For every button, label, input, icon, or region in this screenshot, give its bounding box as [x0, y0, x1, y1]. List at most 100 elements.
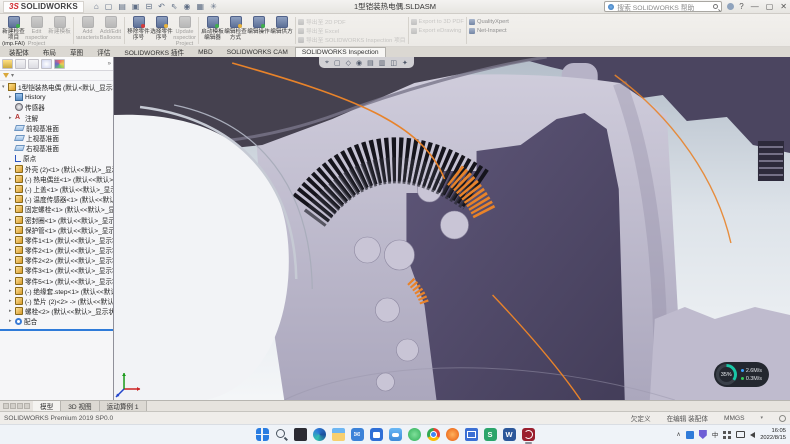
tab-model[interactable]: 模型 — [33, 401, 61, 411]
tree-item-component[interactable]: (-) 绝缘套.step<1> (默认<<默认> — [0, 286, 113, 296]
start-button[interactable] — [256, 428, 269, 441]
options-icon[interactable]: ✳ — [210, 2, 217, 11]
zoom-area-icon[interactable]: ▢ — [334, 59, 341, 67]
view-settings-icon[interactable]: ✦ — [402, 59, 408, 67]
tree-filter[interactable]: ▾ — [0, 71, 113, 81]
file-explorer-icon[interactable] — [332, 428, 345, 441]
tab-assembly[interactable]: 装配体 — [2, 47, 36, 57]
tree-item-component[interactable]: 外壳 (2)<1> (默认<<默认>_显示状 — [0, 164, 113, 174]
tree-item-component[interactable]: 零件2<1> (默认<<默认>_显示状态 — [0, 245, 113, 255]
task-view-icon[interactable] — [294, 428, 307, 441]
export-edrawing-button[interactable]: Export eDrawing — [411, 26, 464, 35]
new-document-icon[interactable]: ▢ — [105, 2, 113, 11]
device-icon[interactable] — [465, 428, 478, 441]
display-manager-tab-icon[interactable] — [54, 59, 65, 69]
tree-item-component[interactable]: 零件5<1> (默认<<默认>_显示状态 — [0, 276, 113, 286]
store-icon[interactable] — [370, 428, 383, 441]
tree-item-sensors[interactable]: 传感器 — [0, 102, 113, 112]
feature-manager-tab-icon[interactable] — [2, 59, 13, 69]
tree-item-origin[interactable]: 原点 — [0, 153, 113, 163]
tray-network-app-icon[interactable] — [686, 431, 694, 439]
add-edit-balloons-button[interactable]: Add/Edit Balloons — [99, 15, 122, 46]
units-caret-icon[interactable]: ▾ — [760, 415, 763, 421]
status-units[interactable]: MMGS — [724, 415, 745, 422]
add-characteristic-button[interactable]: Add Characteristic — [76, 15, 99, 46]
tab-mbd[interactable]: MBD — [191, 47, 220, 57]
ime-grid-icon[interactable] — [723, 431, 731, 439]
update-inspection-project-button[interactable]: Update Inspection Project — [173, 15, 196, 46]
performance-overlay[interactable]: 35% 2.6M/s 0.3M/s — [714, 362, 769, 387]
maximize-button[interactable]: ▢ — [766, 2, 774, 11]
display-style-icon[interactable]: ◉ — [356, 59, 362, 67]
mail-icon[interactable]: ✉ — [351, 428, 364, 441]
clock[interactable]: 16:05 2022/8/15 — [760, 428, 786, 441]
zoom-fit-icon[interactable]: ⌖ — [325, 59, 329, 67]
tab-motion-study[interactable]: 运动算例 1 — [100, 401, 147, 411]
minimize-button[interactable]: — — [751, 2, 759, 11]
file-properties-icon[interactable]: ▦ — [197, 2, 205, 11]
dimxpert-manager-tab-icon[interactable] — [41, 59, 52, 69]
view-orientation-icon[interactable]: ◇ — [346, 59, 351, 67]
rebuild-icon[interactable]: ◉ — [184, 2, 191, 11]
property-manager-tab-icon[interactable] — [15, 59, 26, 69]
tree-item-right-plane[interactable]: 右视基准面 — [0, 143, 113, 153]
launch-template-editor-button[interactable]: 启动模板编辑器 — [201, 15, 224, 46]
print-icon[interactable]: ⊟ — [145, 2, 152, 11]
messenger-icon[interactable] — [408, 428, 421, 441]
tab-layout[interactable]: 布局 — [36, 47, 63, 57]
home-icon[interactable]: ⌂ — [94, 2, 99, 11]
browser-icon[interactable] — [446, 428, 459, 441]
save-icon[interactable]: ▣ — [132, 2, 140, 11]
volume-icon[interactable] — [750, 432, 755, 438]
apply-scene-icon[interactable]: ◫ — [390, 59, 397, 67]
wps-icon[interactable]: S — [484, 428, 497, 441]
tray-chevron-icon[interactable]: ∧ — [676, 431, 680, 438]
word-icon[interactable]: W — [503, 428, 516, 441]
tray-shield-icon[interactable] — [699, 430, 707, 439]
export-inspection-project-button[interactable]: 导出至 SOLIDWORKS Inspection 项目 — [298, 35, 406, 44]
tab-solidworks-cam[interactable]: SOLIDWORKS CAM — [220, 47, 295, 57]
tree-item-component[interactable]: 密封圈<1> (默认<<默认>_显示状 — [0, 214, 113, 224]
tab-evaluate[interactable]: 评估 — [90, 47, 117, 57]
filter-caret-icon[interactable]: ▾ — [11, 72, 14, 79]
tab-3d-views[interactable]: 3D 视图 — [61, 401, 99, 411]
select-icon[interactable]: ⇖ — [171, 2, 178, 11]
weather-icon[interactable] — [389, 428, 402, 441]
panel-tab-overflow-icon[interactable]: » — [108, 61, 111, 67]
search-input[interactable]: 搜索 SOLIDWORKS 帮助 — [604, 1, 722, 12]
tree-item-component[interactable]: (-) 温度传感器<1> (默认<<默认>_ — [0, 194, 113, 204]
tree-item-component[interactable]: 保护管<1> (默认<<默认>_显示状 — [0, 225, 113, 235]
ime-indicator[interactable]: 中 — [712, 430, 718, 439]
tab-addins[interactable]: SOLIDWORKS 插件 — [117, 47, 191, 57]
close-button[interactable]: ✕ — [780, 2, 787, 11]
edit-inspection-methods-button[interactable]: 编辑检查方式 — [224, 15, 247, 46]
tree-item-annotations[interactable]: 注解 — [0, 113, 113, 123]
tree-item-component[interactable]: (-) 热电偶丝<1> (默认<<默认>_显 — [0, 174, 113, 184]
tree-item-front-plane[interactable]: 前视基准面 — [0, 123, 113, 133]
tree-item-component[interactable]: (-) 上盖<1> (默认<<默认>_显示 — [0, 184, 113, 194]
chrome-icon[interactable] — [427, 428, 440, 441]
export-excel-button[interactable]: 导出至 Excel — [298, 26, 406, 35]
tree-item-component[interactable]: 零件1<1> (默认<<默认>_显示状态 — [0, 235, 113, 245]
undo-icon[interactable]: ↶ — [158, 2, 165, 11]
heads-up-view-toolbar[interactable]: ⌖ ▢ ◇ ◉ ▤ ▥ ◫ ✦ — [319, 57, 414, 68]
tree-item-component[interactable]: 螺栓<2> (默认<<默认>_显示状态 — [0, 306, 113, 316]
tree-item-component[interactable]: (-) 垫片 (2)<2> -> (默认<<默认> — [0, 296, 113, 306]
export-3d-pdf-button[interactable]: Export to 3D PDF — [411, 17, 464, 26]
tab-scroll-buttons[interactable] — [0, 401, 33, 411]
user-account-icon[interactable] — [727, 3, 734, 10]
solidworks-taskbar-icon[interactable] — [522, 428, 535, 441]
remove-balloon-button[interactable]: 移除零件序号 — [127, 15, 150, 46]
export-2d-pdf-button[interactable]: 导出至 2D PDF — [298, 17, 406, 26]
open-icon[interactable]: ▤ — [118, 2, 126, 11]
configuration-manager-tab-icon[interactable] — [28, 59, 39, 69]
tree-item-root[interactable]: 1型铠装热电偶 (默认<默认_显示状态-1> — [0, 82, 113, 92]
edit-suppliers-button[interactable]: 编辑供方 — [270, 15, 293, 46]
tree-item-history[interactable]: History — [0, 92, 113, 102]
edit-appearance-icon[interactable]: ▥ — [379, 59, 386, 67]
tree-item-top-plane[interactable]: 上视基准面 — [0, 133, 113, 143]
display-tray-icon[interactable] — [736, 431, 745, 438]
search-icon[interactable] — [713, 4, 718, 9]
net-inspect-button[interactable]: Net-Inspect — [469, 26, 509, 35]
model-canvas[interactable] — [114, 57, 790, 400]
